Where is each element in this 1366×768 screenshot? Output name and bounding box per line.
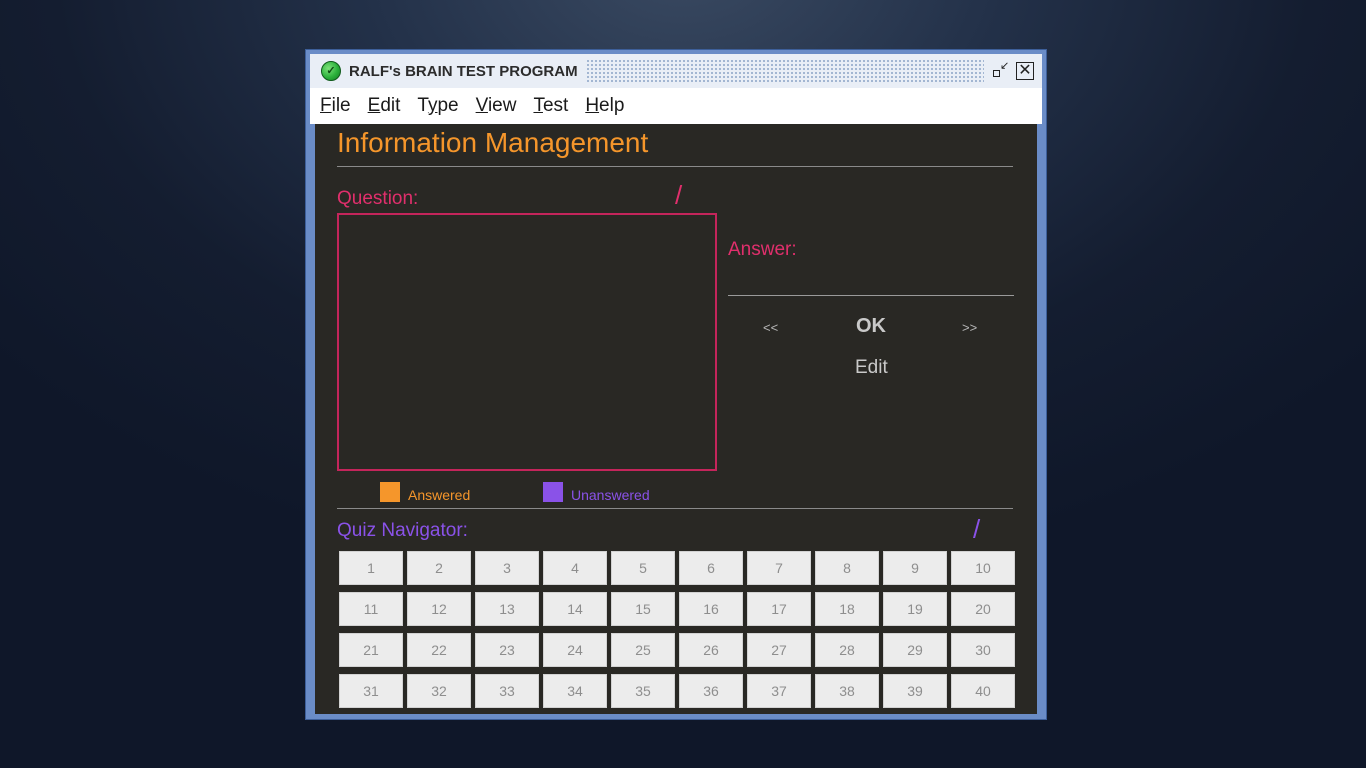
menu-edit[interactable]: Edit [368, 95, 401, 117]
quiz-question-button[interactable]: 11 [339, 592, 403, 626]
quiz-question-button[interactable]: 9 [883, 551, 947, 585]
quiz-question-button[interactable]: 5 [611, 551, 675, 585]
legend-unanswered: Unanswered [543, 481, 650, 503]
quiz-question-button[interactable]: 23 [475, 633, 539, 667]
quiz-question-button[interactable]: 33 [475, 674, 539, 708]
menu-type-label: pe [437, 95, 459, 116]
navigator-divider [337, 508, 1013, 509]
close-icon[interactable]: ✕ [1016, 62, 1034, 80]
quiz-question-button[interactable]: 16 [679, 592, 743, 626]
quiz-question-button[interactable]: 26 [679, 633, 743, 667]
quiz-question-button[interactable]: 27 [747, 633, 811, 667]
quiz-question-button[interactable]: 25 [611, 633, 675, 667]
quiz-question-button[interactable]: 20 [951, 592, 1015, 626]
quiz-question-button[interactable]: 15 [611, 592, 675, 626]
quiz-question-button[interactable]: 6 [679, 551, 743, 585]
quiz-question-button[interactable]: 12 [407, 592, 471, 626]
quiz-question-button[interactable]: 10 [951, 551, 1015, 585]
menu-test[interactable]: Test [533, 95, 568, 117]
answer-input-line[interactable] [728, 295, 1014, 296]
quiz-question-button[interactable]: 31 [339, 674, 403, 708]
menu-type-prefix: T [417, 95, 428, 116]
title-divider [337, 166, 1013, 167]
next-question-button[interactable]: >> [962, 320, 977, 335]
quiz-question-button[interactable]: 38 [815, 674, 879, 708]
quiz-question-button[interactable]: 2 [407, 551, 471, 585]
unanswered-legend-label: Unanswered [571, 487, 650, 503]
menu-file[interactable]: File [320, 95, 351, 117]
previous-question-button[interactable]: << [763, 320, 778, 335]
menu-view[interactable]: View [476, 95, 517, 117]
menu-test-label: est [542, 95, 569, 116]
quiz-question-button[interactable]: 36 [679, 674, 743, 708]
quiz-question-button[interactable]: 24 [543, 633, 607, 667]
menu-view-label: iew [487, 95, 517, 116]
page-title: Information Management [337, 127, 649, 158]
question-counter: / [675, 180, 683, 210]
quiz-question-button[interactable]: 17 [747, 592, 811, 626]
menu-help-label: elp [599, 95, 625, 116]
quiz-question-button[interactable]: 37 [747, 674, 811, 708]
quiz-question-button[interactable]: 14 [543, 592, 607, 626]
legend-answered: Answered [380, 481, 470, 503]
quiz-counter: / [973, 514, 981, 544]
title-bar-grip [585, 59, 984, 83]
app-window: ✓ RALF's BRAIN TEST PROGRAM ↙ ✕ File Edi… [305, 49, 1047, 720]
question-label: Question: [337, 188, 419, 209]
quiz-navigator-label: Quiz Navigator: [337, 520, 468, 541]
quiz-question-button[interactable]: 3 [475, 551, 539, 585]
restore-icon[interactable]: ↙ [990, 61, 1010, 81]
menu-help[interactable]: Help [585, 95, 624, 117]
quiz-question-button[interactable]: 32 [407, 674, 471, 708]
quiz-question-button[interactable]: 18 [815, 592, 879, 626]
restore-square [993, 70, 1000, 77]
quiz-question-button[interactable]: 40 [951, 674, 1015, 708]
quiz-question-button[interactable]: 28 [815, 633, 879, 667]
ok-button[interactable]: OK [856, 315, 886, 338]
question-display [337, 213, 717, 471]
quiz-question-button[interactable]: 39 [883, 674, 947, 708]
menu-bar: File Edit Type View Test Help [310, 88, 1042, 124]
quiz-question-button[interactable]: 34 [543, 674, 607, 708]
main-panel: Information Management Question: / Answe… [315, 124, 1037, 714]
answer-label: Answer: [728, 239, 797, 260]
quiz-navigator-grid: 1 2 3 4 5 6 7 8 9 10 11 12 13 14 15 16 17 18 19 20 21 22 23 24 2… [339, 551, 1015, 708]
quiz-question-button[interactable]: 35 [611, 674, 675, 708]
quiz-question-button[interactable]: 22 [407, 633, 471, 667]
quiz-question-button[interactable]: 19 [883, 592, 947, 626]
quiz-question-button[interactable]: 4 [543, 551, 607, 585]
app-icon: ✓ [321, 61, 341, 81]
quiz-question-button[interactable]: 30 [951, 633, 1015, 667]
unanswered-swatch [543, 482, 563, 502]
quiz-question-button[interactable]: 7 [747, 551, 811, 585]
window-title: RALF's BRAIN TEST PROGRAM [349, 62, 578, 80]
quiz-question-button[interactable]: 29 [883, 633, 947, 667]
title-bar[interactable]: ✓ RALF's BRAIN TEST PROGRAM ↙ ✕ [310, 54, 1042, 88]
quiz-question-button[interactable]: 21 [339, 633, 403, 667]
menu-edit-mnemonic: E [367, 95, 381, 116]
edit-button[interactable]: Edit [855, 357, 888, 379]
menu-file-mnemonic: F [320, 95, 332, 116]
menu-view-mnemonic: V [475, 95, 488, 116]
quiz-question-button[interactable]: 13 [475, 592, 539, 626]
menu-edit-label: dit [380, 95, 401, 116]
answered-swatch [380, 482, 400, 502]
answered-legend-label: Answered [408, 487, 471, 503]
menu-file-label: ile [331, 95, 351, 116]
menu-help-mnemonic: H [585, 95, 600, 116]
menu-type[interactable]: Type [417, 95, 458, 117]
menu-test-mnemonic: T [533, 95, 543, 116]
quiz-question-button[interactable]: 1 [339, 551, 403, 585]
restore-arrow: ↙ [1000, 60, 1010, 72]
quiz-question-button[interactable]: 8 [815, 551, 879, 585]
